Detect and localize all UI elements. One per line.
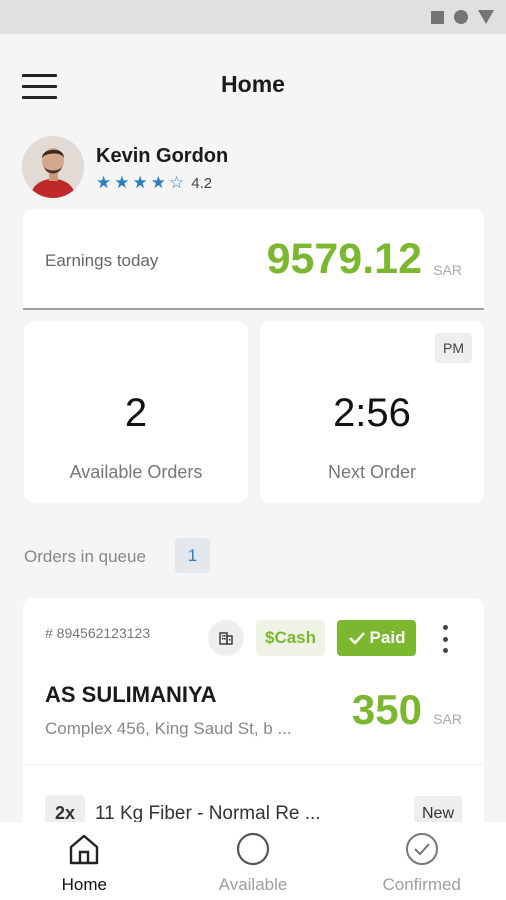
- status-bar: [0, 0, 506, 34]
- avatar[interactable]: [22, 136, 84, 198]
- home-system-icon: [454, 10, 468, 24]
- payment-method-label: Cash: [274, 628, 317, 647]
- star-filled-icon: ★: [150, 173, 166, 192]
- driver-profile: Kevin Gordon ★ ★ ★ ★ ☆ 4.2: [22, 136, 482, 200]
- nav-available[interactable]: Available: [169, 822, 338, 900]
- system-nav-icons: [431, 10, 494, 24]
- home-icon: [70, 834, 99, 865]
- payment-status-label: Paid: [369, 628, 406, 647]
- next-order-time: 2:56: [333, 391, 411, 435]
- order-number: # 894562123123: [45, 625, 151, 641]
- more-options-icon[interactable]: [435, 623, 455, 655]
- dot: [442, 625, 448, 630]
- payment-status-badge: Paid: [337, 620, 416, 656]
- customer-name: AS SULIMANIYA: [45, 682, 217, 707]
- time-period-badge: PM: [435, 333, 472, 363]
- earnings-currency: SAR: [433, 262, 462, 278]
- star-filled-icon: ★: [96, 173, 112, 192]
- order-address: Complex 456, King Saud St, b ...: [45, 719, 292, 738]
- star-empty-icon: ☆: [169, 173, 185, 192]
- nav-available-label: Available: [218, 875, 288, 894]
- building-button[interactable]: [208, 620, 244, 656]
- queue-count-badge: 1: [175, 538, 210, 573]
- bottom-navigation: Home Available Confirmed: [0, 822, 506, 900]
- check-icon: [348, 632, 365, 645]
- dot: [442, 648, 448, 653]
- dollar-icon: $: [264, 628, 275, 647]
- dot: [442, 636, 448, 642]
- check-circle-icon: [405, 833, 438, 865]
- order-currency: SAR: [433, 711, 462, 727]
- avatar-photo: [22, 136, 84, 198]
- order-amount: 350: [351, 686, 422, 733]
- available-orders-count: 2: [124, 391, 148, 435]
- rating: ★ ★ ★ ★ ☆ 4.2: [96, 173, 212, 193]
- queue-label: Orders in queue: [24, 547, 146, 566]
- divider: [23, 764, 484, 765]
- star-filled-icon: ★: [114, 173, 130, 192]
- nav-confirmed[interactable]: Confirmed: [337, 822, 506, 900]
- earnings-label: Earnings today: [45, 251, 159, 270]
- next-order-label: Next Order: [327, 462, 417, 482]
- building-icon: [219, 632, 233, 645]
- earnings-card: Earnings today 9579.12 SAR: [23, 209, 484, 310]
- available-orders-label: Available Orders: [69, 462, 203, 482]
- nav-home[interactable]: Home: [0, 822, 169, 900]
- driver-name: Kevin Gordon: [96, 145, 229, 167]
- rating-value: 4.2: [191, 174, 213, 192]
- nav-confirmed-label: Confirmed: [382, 875, 461, 894]
- page-title: Home: [221, 71, 285, 97]
- star-filled-icon: ★: [132, 173, 148, 192]
- circle-icon: [236, 832, 270, 866]
- earnings-value: 9579.12: [266, 235, 422, 283]
- payment-method-badge: $ Cash: [256, 620, 325, 656]
- next-order-card[interactable]: PM 2:56 Next Order: [260, 321, 484, 503]
- available-orders-card[interactable]: 2 Available Orders: [24, 321, 248, 503]
- order-card[interactable]: # 894562123123 $ Cash Paid AS SULIMANIYA …: [23, 598, 484, 838]
- nav-home-label: Home: [61, 875, 108, 894]
- app-bar: Home: [0, 34, 506, 134]
- recent-apps-icon: [431, 10, 444, 24]
- back-system-icon: [478, 10, 494, 24]
